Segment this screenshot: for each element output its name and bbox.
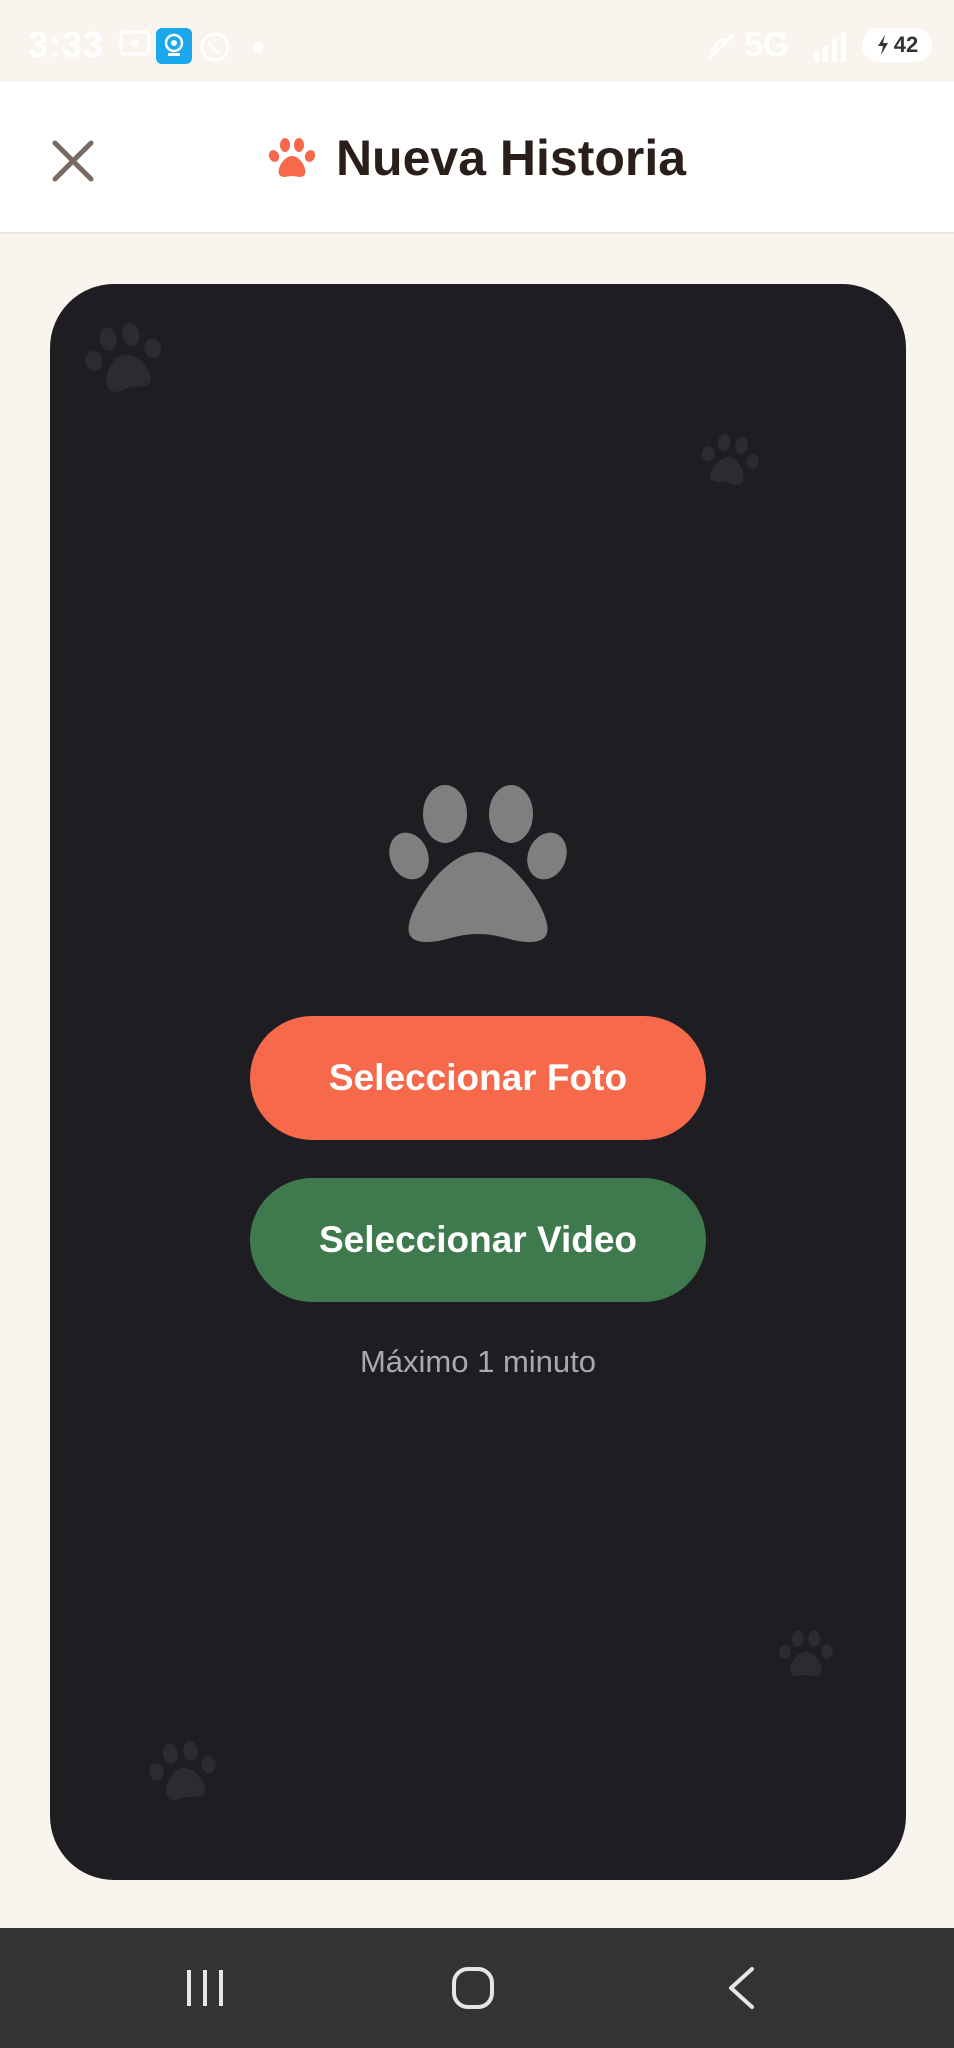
signal-icon	[812, 30, 852, 67]
network-type: 5G	[744, 26, 790, 64]
page-title: Nueva Historia	[335, 130, 687, 186]
system-nav-bar	[0, 1928, 954, 2048]
dot-icon	[252, 40, 264, 58]
battery-icon: 42	[862, 28, 932, 62]
recent-apps-icon	[187, 1970, 223, 2006]
back-icon	[729, 1967, 754, 2009]
status-time: 3:33	[28, 24, 105, 65]
back-button[interactable]	[696, 1950, 786, 2026]
status-bar: 3:33 5G 42	[0, 0, 954, 82]
decorative-paw-icon	[701, 433, 759, 486]
decorative-paw-icon	[149, 1740, 216, 1801]
battery-level: 42	[893, 32, 919, 57]
home-icon	[452, 1967, 494, 2009]
title-group: Nueva Historia	[0, 82, 954, 234]
decorative-paw-icon	[779, 1630, 833, 1677]
media-picker-card: Seleccionar Foto Seleccionar Video Máxim…	[50, 284, 906, 1880]
recent-apps-button[interactable]	[160, 1950, 250, 2026]
screen-record-icon	[118, 26, 152, 65]
home-button[interactable]	[428, 1950, 518, 2026]
decorative-paw-icon	[85, 322, 162, 392]
webcam-app-icon	[156, 28, 192, 69]
mute-icon	[704, 30, 738, 69]
video-duration-hint: Máximo 1 minuto	[359, 1344, 597, 1379]
paw-icon	[389, 785, 567, 943]
header: Nueva Historia	[0, 82, 954, 234]
select-photo-button[interactable]: Seleccionar Foto	[250, 1016, 706, 1140]
select-video-button[interactable]: Seleccionar Video	[250, 1178, 706, 1302]
app-screen: 3:33 5G 42 Nueva Historia Seleccionar Fo…	[0, 0, 954, 2048]
whatsapp-icon	[198, 30, 232, 69]
paw-icon	[268, 138, 316, 177]
